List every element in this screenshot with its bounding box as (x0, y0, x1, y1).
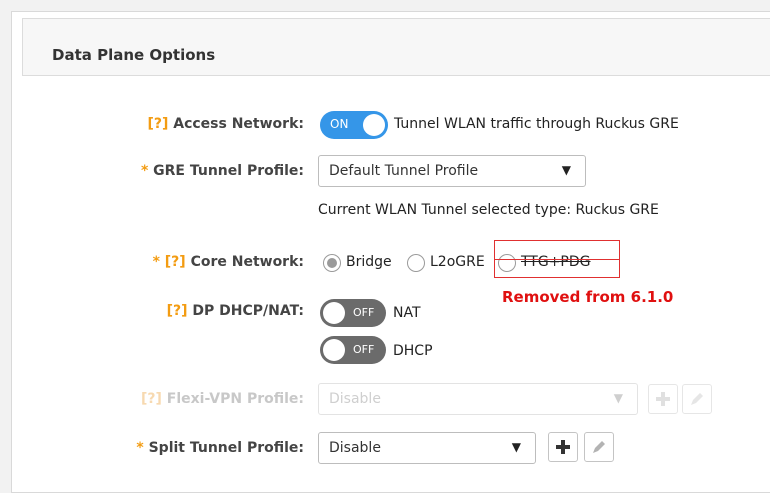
toggle-knob (363, 114, 385, 136)
radio-bridge[interactable] (323, 254, 341, 272)
gre-tunnel-profile-label: * GRE Tunnel Profile: (140, 163, 304, 179)
data-plane-options-panel (11, 11, 770, 493)
plus-icon (656, 392, 670, 406)
nat-toggle[interactable]: OFF (320, 299, 386, 327)
radio-l2ogre[interactable] (407, 254, 425, 272)
toggle-knob (323, 339, 345, 361)
dhcp-toggle[interactable]: OFF (320, 336, 386, 364)
access-network-toggle[interactable]: ON (320, 111, 388, 139)
flexi-vpn-edit-button (682, 384, 712, 414)
caret-down-icon: ▼ (613, 391, 623, 405)
caret-down-icon: ▼ (561, 163, 571, 177)
split-tunnel-profile-label: * Split Tunnel Profile: (136, 440, 304, 456)
flexi-vpn-add-button (648, 384, 678, 414)
core-network-label: * [?] Core Network: (152, 254, 304, 270)
radio-l2ogre-label: L2oGRE (430, 254, 485, 270)
flexi-vpn-profile-label: [?] Flexi-VPN Profile: (140, 391, 304, 407)
plus-icon (556, 440, 570, 454)
radio-bridge-label: Bridge (346, 254, 392, 270)
flexi-vpn-profile-select: Disable ▼ (318, 383, 638, 415)
panel-title: Data Plane Options (52, 46, 216, 64)
gre-tunnel-info: Current WLAN Tunnel selected type: Rucku… (318, 202, 659, 218)
access-network-description: Tunnel WLAN traffic through Ruckus GRE (394, 116, 679, 132)
gre-tunnel-profile-select[interactable]: Default Tunnel Profile ▼ (318, 155, 586, 187)
annotation-strike-line (494, 259, 620, 260)
toggle-knob (323, 302, 345, 324)
dp-dhcp-nat-label: [?] DP DHCP/NAT: (166, 303, 304, 319)
caret-down-icon: ▼ (511, 440, 521, 454)
access-network-label: [?] Access Network: (147, 116, 304, 132)
split-tunnel-profile-select[interactable]: Disable ▼ (318, 432, 536, 464)
pencil-icon (593, 441, 605, 453)
pencil-icon (691, 393, 703, 405)
removed-annotation: Removed from 6.1.0 (502, 288, 674, 306)
split-tunnel-add-button[interactable] (548, 432, 578, 462)
dp-dhcp-nat-help[interactable]: [?] (167, 303, 188, 319)
dhcp-label: DHCP (393, 343, 433, 359)
core-network-help[interactable]: [?] (165, 254, 186, 270)
split-tunnel-edit-button[interactable] (584, 432, 614, 462)
nat-label: NAT (393, 305, 421, 321)
access-network-help[interactable]: [?] (147, 116, 168, 132)
